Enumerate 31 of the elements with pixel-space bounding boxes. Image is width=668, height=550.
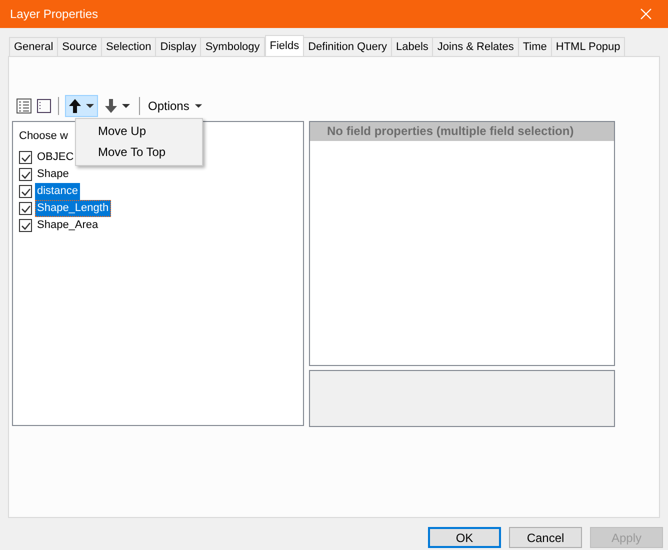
field-name[interactable]: distance (35, 183, 80, 200)
field-name[interactable]: OBJEC (35, 149, 76, 166)
list-view-icon[interactable] (16, 98, 32, 114)
field-name[interactable]: Shape_Length (35, 200, 111, 217)
field-name[interactable]: Shape (35, 166, 71, 183)
move-up-button[interactable] (65, 95, 98, 117)
up-arrow-icon (68, 98, 82, 114)
tab[interactable]: Fields (264, 35, 304, 56)
list-unchecked-icon[interactable] (36, 98, 52, 114)
menu-item[interactable]: Move Up (76, 121, 202, 142)
tab[interactable]: General (9, 37, 58, 56)
list-header: Choose w (19, 129, 68, 144)
caret-icon (85, 103, 95, 109)
dialog-button[interactable]: Cancel (509, 527, 582, 548)
checkbox[interactable] (19, 151, 32, 164)
caret-icon (194, 103, 204, 109)
dialog-button[interactable]: OK (428, 527, 501, 548)
checkbox[interactable] (19, 168, 32, 181)
down-arrow-icon (104, 98, 118, 114)
properties-header: No field properties (multiple field selection) (310, 122, 614, 141)
field-name[interactable]: Shape_Area (35, 217, 100, 234)
caret-icon (121, 103, 131, 109)
menu-item[interactable]: Move To Top (76, 142, 202, 163)
tab[interactable]: HTML Popup (550, 37, 626, 56)
checkbox[interactable] (19, 202, 32, 215)
close-icon (640, 8, 652, 20)
tab[interactable]: Symbology (200, 37, 265, 56)
checkbox[interactable] (19, 219, 32, 232)
checkbox[interactable] (19, 185, 32, 198)
options-button[interactable]: Options (146, 95, 206, 117)
window-title: Layer Properties (10, 6, 98, 23)
